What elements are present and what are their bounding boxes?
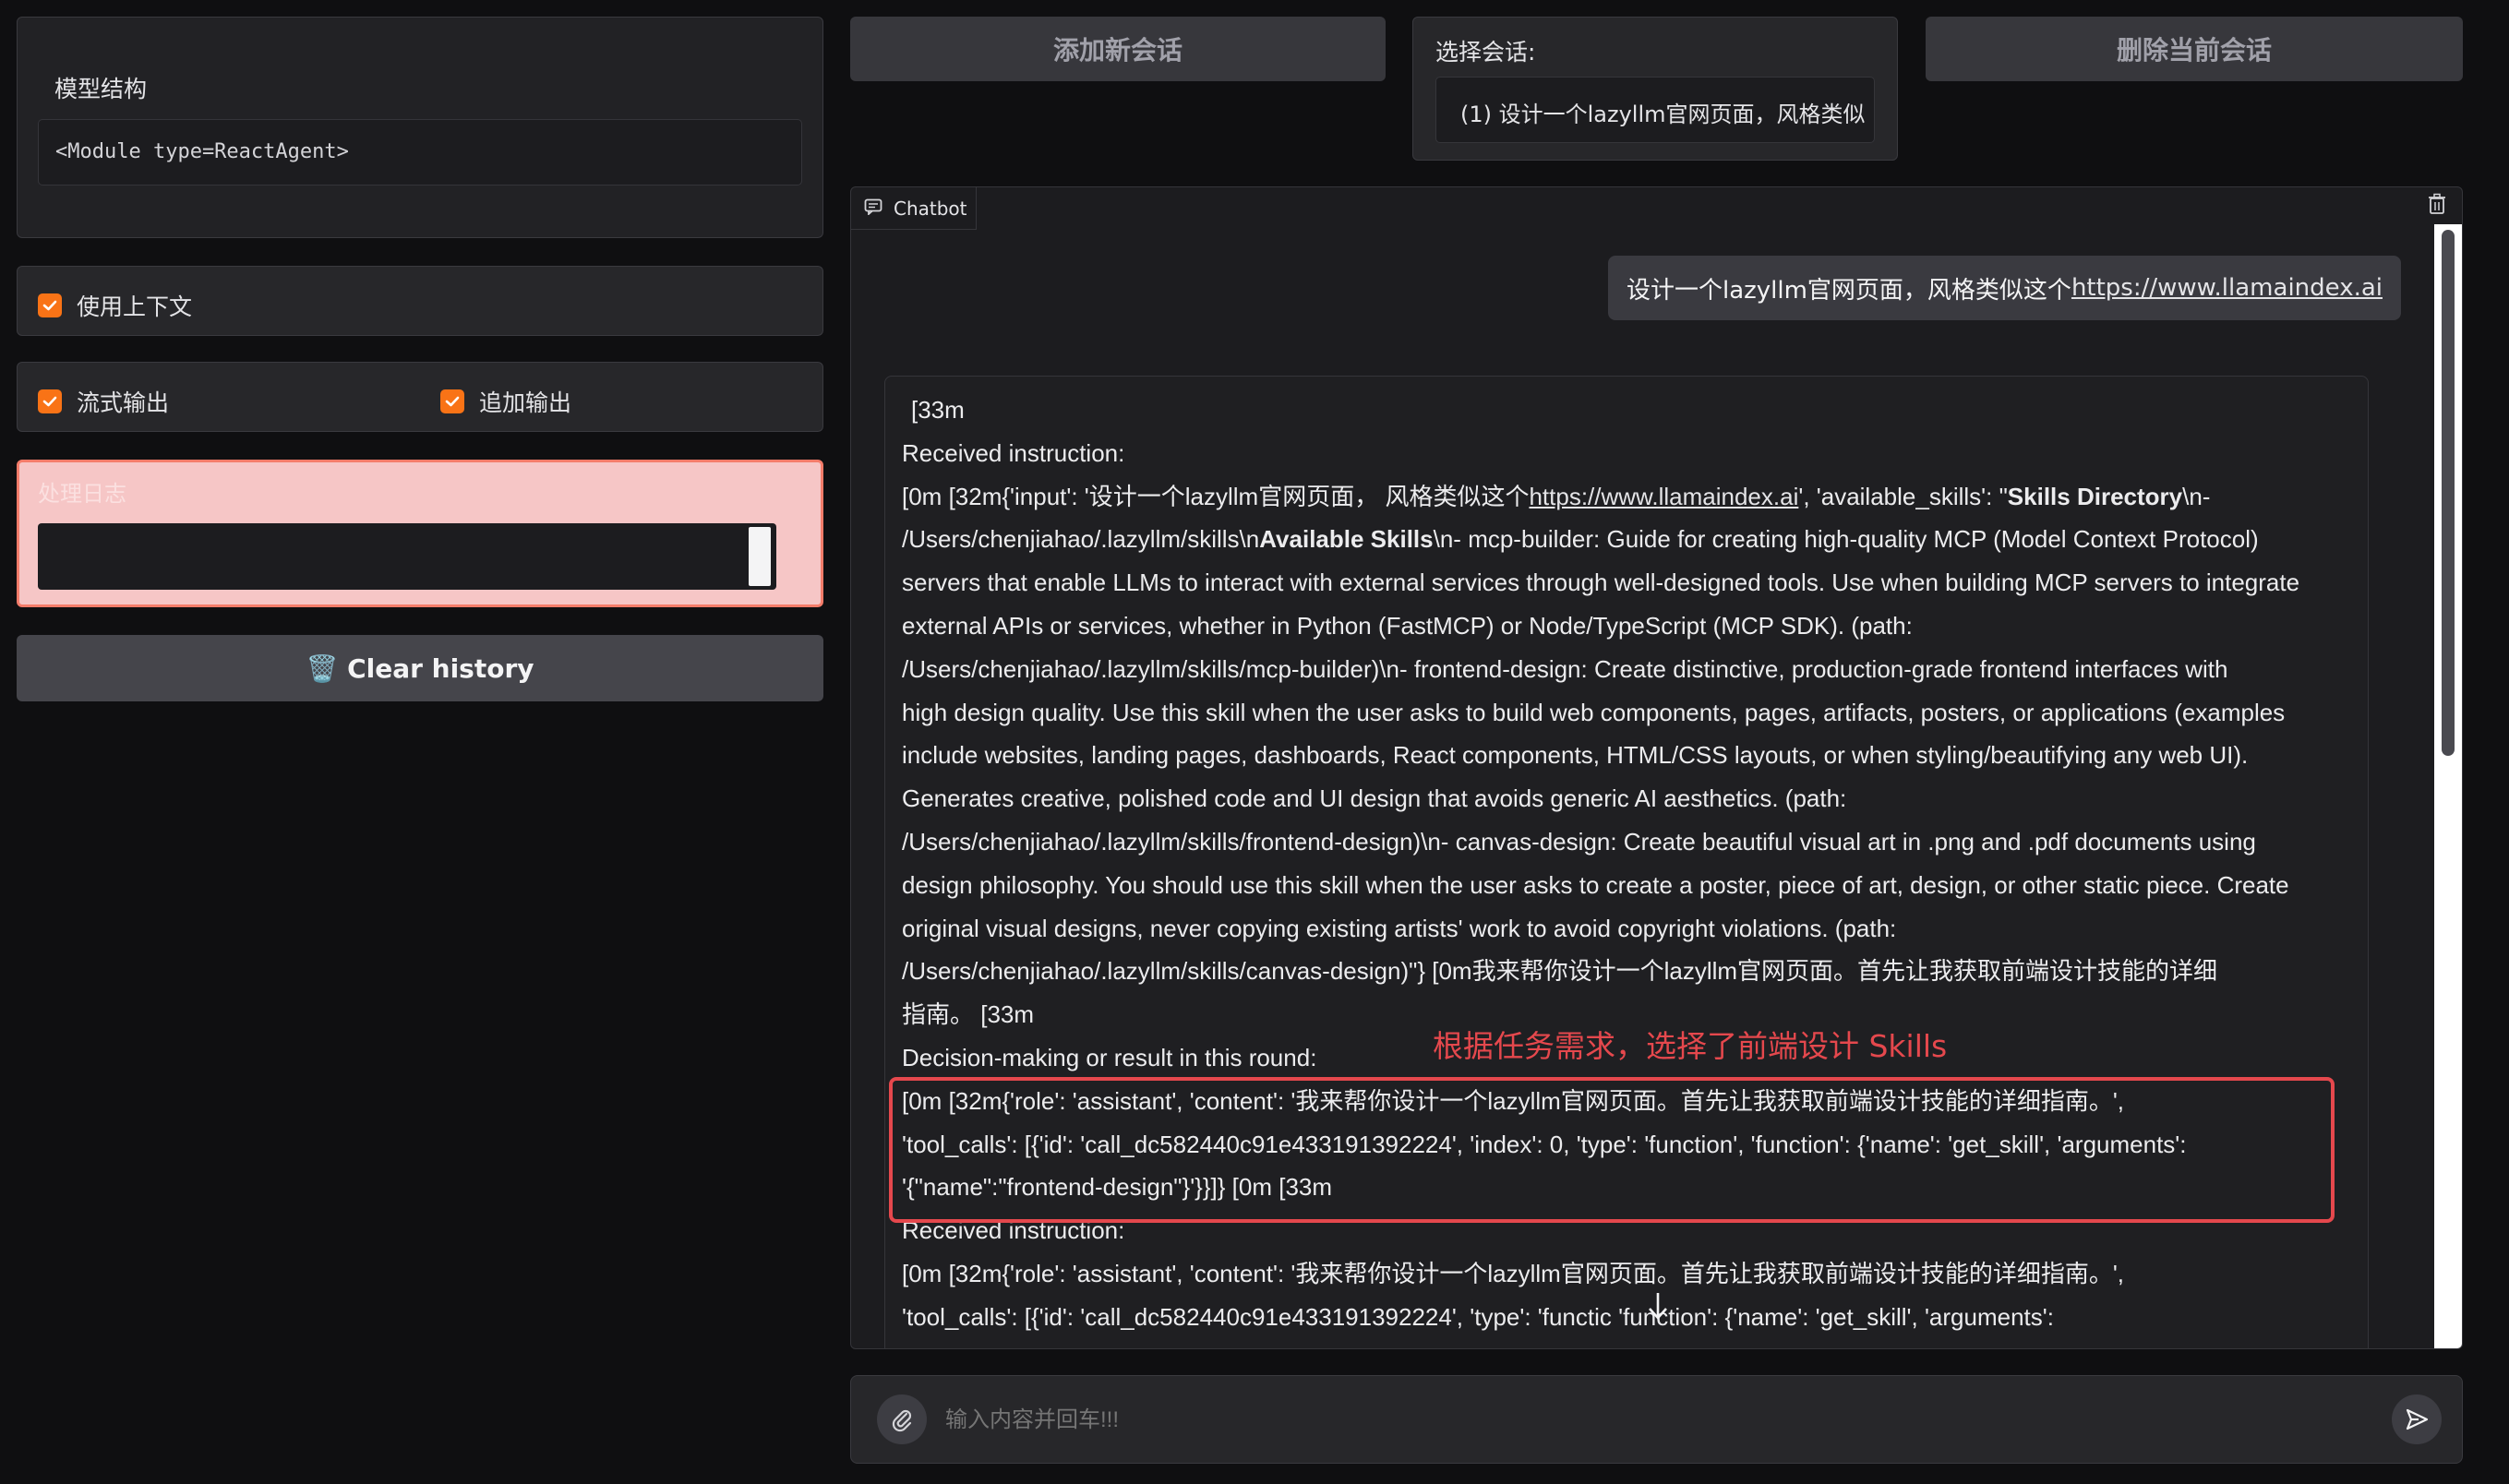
bot-line: Generates creative, polished code and UI… (902, 784, 1847, 813)
message-input-bar (850, 1375, 2463, 1464)
bot-line: [0m [32m{'role': 'assistant', 'content':… (902, 1259, 2125, 1287)
stream-output-checkbox-row[interactable]: 流式输出 (38, 385, 169, 418)
stream-output-label: 流式输出 (77, 389, 170, 416)
send-icon (2406, 1408, 2429, 1430)
log-scrollbar[interactable] (749, 527, 771, 586)
chat-scrollbar-thumb[interactable] (2442, 230, 2455, 756)
stream-output-checkbox[interactable] (38, 389, 62, 413)
attach-icon[interactable] (877, 1394, 927, 1444)
chatbot-tab: Chatbot (851, 187, 977, 230)
clear-history-button[interactable]: 🗑️ Clear history (17, 635, 823, 701)
annotation-label: 根据任务需求，选择了前端设计 Skills (1433, 1028, 1948, 1064)
add-session-button[interactable]: 添加新会话 (850, 17, 1386, 81)
delete-session-button[interactable]: 删除当前会话 (1926, 17, 2463, 81)
bot-line: [33m (911, 396, 965, 424)
add-session-label: 添加新会话 (1052, 35, 1182, 66)
user-message-link[interactable]: https://www.llamaindex.ai (2071, 274, 2383, 302)
send-button[interactable] (2392, 1394, 2442, 1444)
bot-line: design philosophy. You should use this s… (902, 870, 2289, 899)
bot-line: /Users/chenjiahao/.lazyllm/skills/mcp-bu… (902, 654, 2228, 683)
bot-line: /Users/chenjiahao/.lazyllm/skills\nAvail… (902, 518, 2379, 561)
bot-line: /Users/chenjiahao/.lazyllm/skills/fronte… (902, 827, 2256, 856)
log-textbox[interactable] (38, 523, 776, 590)
append-output-label: 追加输出 (479, 389, 572, 416)
chat-scrollbar[interactable] (2434, 224, 2462, 1348)
bot-line: Received instruction: (902, 438, 1125, 467)
select-session-panel: 选择会话: (1) 设计一个lazyllm官网页面，风格类似 (1412, 17, 1898, 161)
chatbot-tab-label: Chatbot (894, 197, 967, 220)
scroll-down-icon[interactable] (1647, 1291, 1673, 1324)
append-output-checkbox[interactable] (440, 389, 464, 413)
select-session-dropdown[interactable]: (1) 设计一个lazyllm官网页面，风格类似 (1435, 77, 1875, 143)
bot-line: external APIs or services, whether in Py… (902, 611, 1913, 640)
output-options-panel: 流式输出 追加输出 (17, 362, 823, 432)
use-context-panel: 使用上下文 (17, 266, 823, 336)
user-message-text: 设计一个lazyllm官网页面，风格类似这个 (1626, 276, 2071, 305)
clear-history-label: 🗑️ Clear history (306, 652, 534, 684)
use-context-checkbox-row[interactable]: 使用上下文 (38, 289, 192, 322)
annotation-box (889, 1077, 2335, 1223)
bot-line: servers that enable LLMs to interact wit… (902, 568, 2300, 597)
log-panel: 处理日志 (17, 460, 823, 607)
model-structure-panel: 模型结构 <Module type=ReactAgent> (17, 17, 823, 238)
chat-icon (864, 198, 882, 219)
bot-link[interactable]: https://www.llamaindex.ai (1529, 483, 1798, 510)
delete-session-label: 删除当前会话 (2116, 35, 2272, 66)
use-context-checkbox[interactable] (38, 293, 62, 317)
bot-line: /Users/chenjiahao/.lazyllm/skills/canvas… (902, 957, 2218, 986)
bot-line: original visual designs, never copying e… (902, 914, 1897, 942)
chatbot-panel: Chatbot 设计一个lazyllm官网页面，风格类似这个 https://ww… (850, 186, 2463, 1349)
log-label: 处理日志 (38, 481, 126, 507)
user-message: 设计一个lazyllm官网页面，风格类似这个 https://www.llamai… (1607, 256, 2401, 320)
bot-bold-text: Skills Directory (2007, 482, 2183, 510)
bot-text: \n- mcp-builder: Guide for creating high… (1433, 525, 2259, 554)
bot-bold-text: Available Skills (1259, 525, 1434, 554)
model-structure-text: <Module type=ReactAgent> (55, 140, 349, 163)
use-context-label: 使用上下文 (77, 293, 193, 320)
bot-line: [0m [32m{'input': '设计一个lazyllm官网页面， 风格类似… (902, 475, 2379, 519)
bot-line: high design quality. Use this skill when… (902, 698, 2286, 726)
bot-text: \n- (2182, 482, 2211, 510)
select-session-label: 选择会话: (1435, 39, 1536, 66)
bot-line: include websites, landing pages, dashboa… (902, 741, 2249, 770)
trash-icon[interactable] (2427, 193, 2455, 221)
append-output-checkbox-row[interactable]: 追加输出 (440, 385, 571, 418)
bot-text: [0m [32m{'input': '设计一个lazyllm官网页面， 风格类似… (902, 482, 1530, 510)
bot-line: 'tool_calls': [{'id': 'call_dc582440c91e… (902, 1302, 2054, 1331)
bot-text: ', 'available_skills': " (1798, 482, 2008, 510)
select-session-value: (1) 设计一个lazyllm官网页面，风格类似 (1460, 102, 1866, 127)
model-structure-label: 模型结构 (54, 76, 148, 102)
message-input[interactable] (943, 1394, 2313, 1446)
model-structure-value: <Module type=ReactAgent> (38, 119, 802, 186)
bot-text: /Users/chenjiahao/.lazyllm/skills\n (902, 525, 1260, 554)
